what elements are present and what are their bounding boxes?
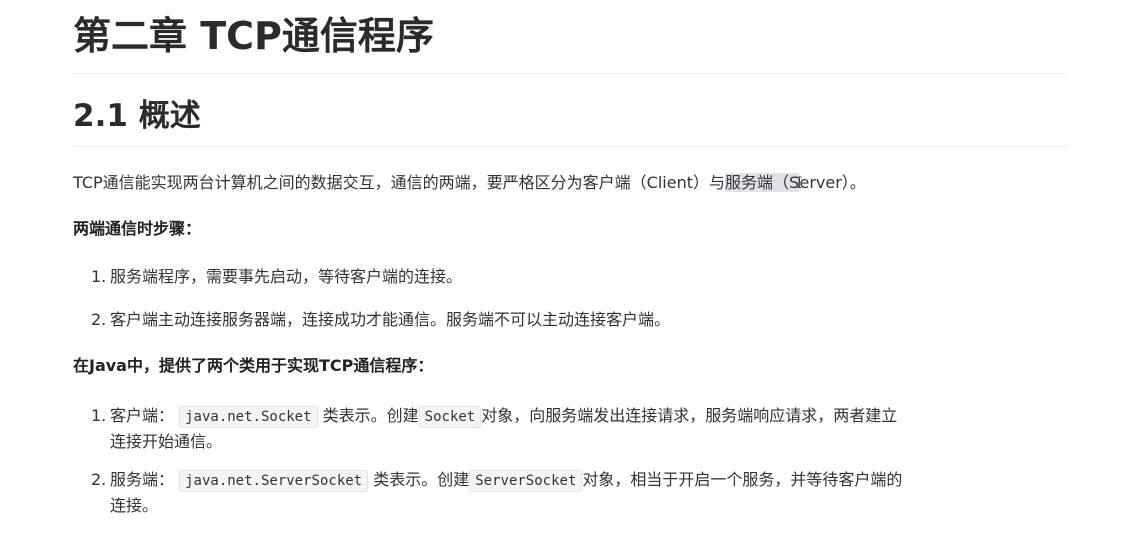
chapter-divider (73, 73, 1068, 74)
list-item: 2. 客户端主动连接服务器端，连接成功才能通信。服务端不可以主动连接客户端。 (91, 309, 670, 331)
text-selection-highlight[interactable]: 服务端（S (724, 173, 800, 192)
chapter-title: 第二章 TCP通信程序 (73, 14, 434, 58)
document-page: 第二章 TCP通信程序 2.1 概述 TCP通信能实现两台计算机之间的数据交互，… (73, 0, 1068, 515)
list-number: 1. (91, 406, 107, 425)
list-item-line: 客户端： java.net.Socket 类表示。创建 Socket 对象，向服务端… (110, 401, 902, 432)
list-item-prefix: 服务端： (110, 470, 175, 489)
list-item-prefix: 客户端： (110, 406, 175, 425)
inline-code: ServerSocket (469, 470, 583, 492)
java-classes-list: 1. 客户端： java.net.Socket 类表示。创建 Socket 对象，向… (91, 401, 902, 517)
list-item: 2. 服务端： java.net.ServerSocket 类表示。创建 Serv… (91, 465, 902, 517)
steps-heading: 两端通信时步骤： (73, 219, 202, 238)
section-title: 2.1 概述 (73, 98, 201, 134)
intro-text: TCP通信能实现两台计算机之间的数据交互，通信的两端，要严格区分为客户端（Cli… (73, 173, 725, 192)
list-number: 2. (91, 470, 107, 489)
inline-code: java.net.Socket (179, 406, 318, 428)
inline-code: Socket (418, 406, 482, 428)
section-divider (73, 146, 1068, 147)
list-item-text: 对象，相当于开启一个服务，并等待客户端的 (582, 470, 903, 489)
list-item: 1. 服务端程序，需要事先启动，等待客户端的连接。 (91, 266, 670, 288)
list-number: 2. (91, 310, 107, 329)
intro-text-end: erver）。 (799, 173, 866, 192)
list-item-text: 服务端程序，需要事先启动，等待客户端的连接。 (110, 267, 463, 286)
java-heading: 在Java中，提供了两个类用于实现TCP通信程序： (73, 356, 434, 375)
list-item-text: 对象，向服务端发出连接请求，服务端响应请求，两者建立 (481, 406, 898, 425)
list-item-text: 类表示。创建 (373, 470, 470, 489)
list-item-text: 客户端主动连接服务器端，连接成功才能通信。服务端不可以主动连接客户端。 (110, 310, 671, 329)
list-item-continuation: 连接。 (110, 496, 159, 515)
list-item-text: 类表示。创建 (322, 406, 419, 425)
list-item-continuation: 连接开始通信。 (110, 432, 223, 451)
intro-paragraph: TCP通信能实现两台计算机之间的数据交互，通信的两端，要严格区分为客户端（Cli… (73, 172, 866, 194)
steps-list: 1. 服务端程序，需要事先启动，等待客户端的连接。 2. 客户端主动连接服务器端… (91, 266, 670, 331)
list-number: 1. (91, 267, 107, 286)
inline-code: java.net.ServerSocket (179, 470, 369, 492)
list-item-line: 服务端： java.net.ServerSocket 类表示。创建 ServerS… (110, 465, 902, 496)
list-item: 1. 客户端： java.net.Socket 类表示。创建 Socket 对象，向… (91, 401, 902, 453)
